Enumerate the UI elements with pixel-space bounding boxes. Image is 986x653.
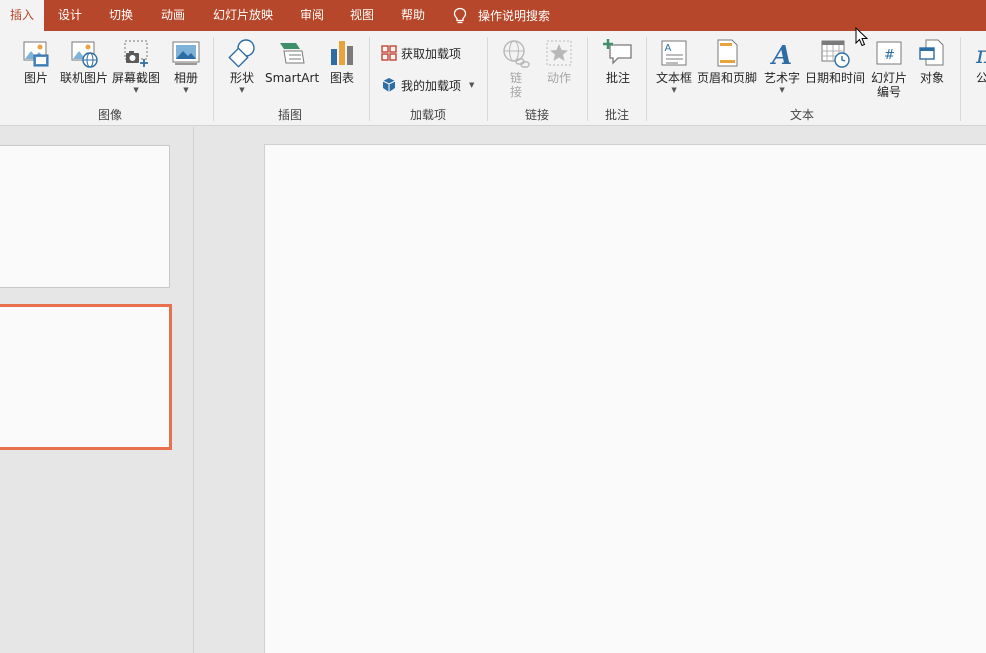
link-label-line1: 链 (509, 71, 522, 85)
photo-album-label: 相册 (173, 71, 198, 85)
smartart-icon (280, 43, 305, 64)
tab-slideshow[interactable]: 幻灯片放映 (206, 0, 280, 31)
action-label: 动作 (546, 71, 571, 85)
group-separator (487, 37, 488, 121)
tab-insert[interactable]: 插入 (0, 0, 44, 31)
ribbon-tab-bar: 插入 设计 切换 动画 幻灯片放映 审阅 视图 帮助 操作说明搜索 (0, 0, 986, 31)
svg-text:π: π (975, 41, 986, 69)
action-star-icon (546, 40, 572, 66)
link-button[interactable]: 链 接 (500, 37, 532, 99)
calendar-clock-icon (821, 40, 850, 68)
group-label-comments: 批注 (604, 108, 629, 122)
slide-thumbnail-selected[interactable] (0, 304, 172, 450)
slide-number-button[interactable]: # 幻灯片 编号 (871, 37, 907, 99)
date-time-label: 日期和时间 (805, 71, 866, 85)
chevron-down-icon: ▼ (469, 81, 475, 89)
slide-number-label-line2: 编号 (877, 85, 902, 99)
tab-animations[interactable]: 动画 (153, 0, 193, 31)
group-separator (960, 37, 961, 121)
picture-button[interactable]: 图片 (20, 37, 52, 85)
action-button[interactable]: 动作 (543, 37, 575, 85)
group-label-links: 链接 (524, 108, 549, 122)
header-footer-label: 页眉和页脚 (697, 71, 758, 85)
group-separator (646, 37, 647, 121)
my-addins-label: 我的加载项 (401, 78, 462, 93)
group-label-text: 文本 (789, 108, 814, 122)
tab-review[interactable]: 审阅 (292, 0, 332, 31)
slide-thumbnail[interactable] (0, 145, 170, 288)
chart-label: 图表 (329, 71, 354, 85)
tell-me-search[interactable]: 操作说明搜索 (452, 0, 550, 31)
tell-me-label: 操作说明搜索 (478, 9, 551, 23)
textbox-icon: A (661, 40, 687, 66)
wordart-button[interactable]: A 艺术字 ▼ (764, 37, 800, 94)
get-addins-label: 获取加载项 (401, 46, 462, 61)
shapes-icon (228, 39, 255, 68)
tab-transitions[interactable]: 切换 (101, 0, 141, 31)
picture-label: 图片 (23, 71, 48, 85)
slide-thumbnail-pane[interactable] (0, 127, 194, 653)
photo-album-button[interactable]: 相册 ▼ (170, 37, 202, 94)
new-comment-button[interactable]: 批注 (602, 37, 634, 85)
link-label-line2: 接 (509, 85, 522, 99)
svg-text:A: A (665, 43, 672, 54)
group-separator (213, 37, 214, 121)
store-icon (381, 45, 397, 61)
mouse-cursor-icon (855, 27, 869, 47)
lightbulb-icon (453, 7, 467, 23)
object-button[interactable]: 对象 (916, 37, 948, 85)
get-addins-button[interactable]: 获取加载项 (381, 43, 461, 63)
slide-canvas[interactable] (264, 144, 986, 653)
wordart-icon: A (769, 41, 792, 69)
group-label-illustrations: 插图 (277, 108, 302, 122)
chevron-down-icon: ▼ (779, 86, 785, 94)
equation-label: 公 (976, 71, 986, 85)
screenshot-label: 屏幕截图 (112, 71, 161, 85)
wordart-label: 艺术字 (764, 71, 801, 85)
tab-view[interactable]: 视图 (342, 0, 382, 31)
comment-add-icon (603, 39, 632, 65)
header-footer-icon (717, 39, 738, 67)
textbox-button[interactable]: A 文本框 ▼ (656, 37, 692, 94)
picture-icon (23, 41, 49, 67)
shapes-label: 形状 (229, 71, 254, 85)
online-picture-icon (71, 41, 98, 68)
online-picture-button[interactable]: 联机图片 (60, 37, 108, 85)
comment-label: 批注 (605, 71, 630, 85)
chevron-down-icon: ▼ (133, 86, 139, 94)
object-icon (919, 39, 944, 66)
screenshot-icon (124, 40, 148, 67)
screenshot-button[interactable]: 屏幕截图 ▼ (112, 37, 160, 94)
svg-text:A: A (769, 41, 792, 69)
header-footer-button[interactable]: 页眉和页脚 (697, 37, 757, 85)
svg-text:#: # (884, 48, 895, 63)
chevron-down-icon: ▼ (239, 86, 245, 94)
group-separator (369, 37, 370, 121)
my-addins-button[interactable]: 我的加载项 ▼ (381, 75, 474, 95)
equation-button[interactable]: π 公 (970, 37, 986, 85)
textbox-label: 文本框 (656, 71, 693, 85)
chart-icon (331, 41, 353, 65)
link-globe-icon (503, 40, 530, 68)
shapes-button[interactable]: 形状 ▼ (226, 37, 258, 94)
chevron-down-icon: ▼ (183, 86, 189, 94)
group-label-images: 图像 (97, 108, 122, 122)
slide-editor-area (195, 127, 986, 653)
ribbon-panel: 图片 联机图片 屏幕截图 ▼ 相册 ▼ 图像 形状 ▼ SmartArt 图表 … (0, 31, 986, 126)
smartart-button[interactable]: SmartArt (265, 37, 319, 85)
pi-icon: π (975, 41, 986, 69)
slide-number-icon: # (876, 41, 902, 65)
tab-help[interactable]: 帮助 (393, 0, 433, 31)
slide-number-label-line1: 幻灯片 (871, 71, 908, 85)
addin-cube-icon (382, 78, 396, 92)
tab-design[interactable]: 设计 (50, 0, 90, 31)
chart-button[interactable]: 图表 (326, 37, 358, 85)
photo-album-icon (172, 41, 200, 65)
object-label: 对象 (919, 71, 944, 85)
group-label-addins: 加载项 (409, 108, 446, 122)
smartart-label: SmartArt (265, 71, 320, 85)
chevron-down-icon: ▼ (671, 86, 677, 94)
online-picture-label: 联机图片 (60, 71, 109, 85)
